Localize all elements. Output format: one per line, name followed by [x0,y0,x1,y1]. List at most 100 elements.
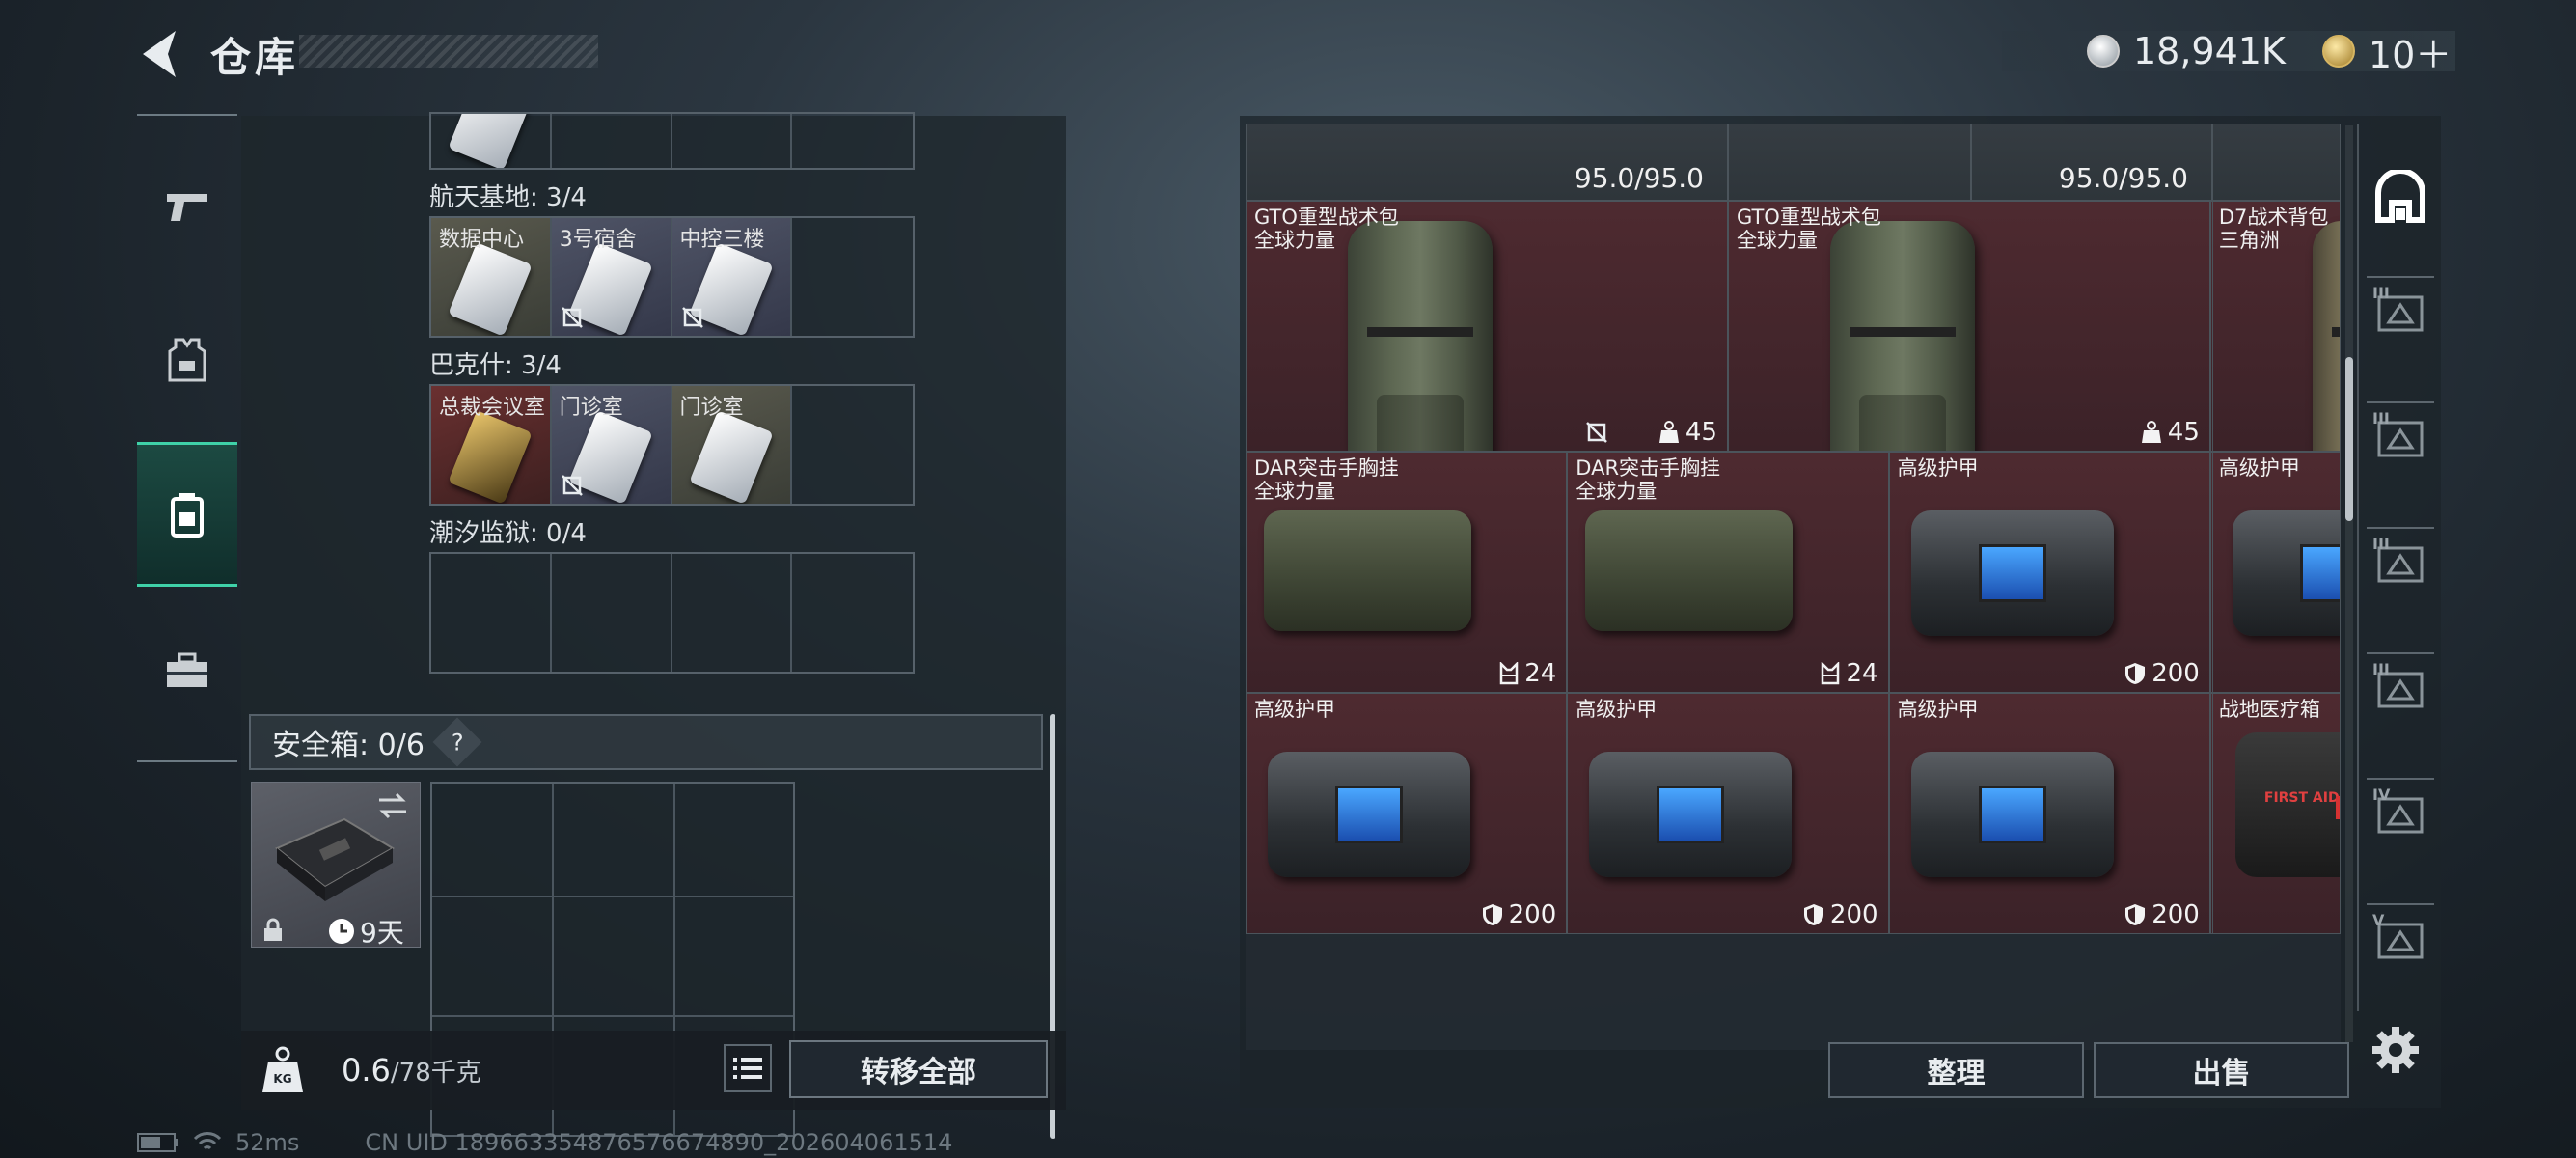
item-name: 高级护甲 [1898,698,1979,721]
secure-case-image [275,817,395,901]
grid-empty-slot[interactable] [2212,201,2341,452]
storage-item-partial[interactable]: 95.0/95.0 [1971,124,2212,201]
grid-scroll-thumb[interactable] [2345,357,2353,521]
keycard-slot[interactable]: 门诊室 [551,386,672,504]
keycard-slot[interactable]: 中控三楼 [671,218,793,336]
armor-vest-icon [168,338,206,382]
keycard-slot[interactable] [672,114,793,168]
item-stat: 24 [1821,659,1878,688]
durability-value: 95.0/95.0 [1574,162,1704,194]
keycard-slot[interactable]: 门诊室 [671,386,793,504]
backpack-icon [171,493,204,538]
item-stat-value: 200 [1829,900,1878,929]
tab-tier-crate[interactable]: V [2367,903,2434,971]
backpack-category-icon [2375,170,2425,223]
storage-item[interactable]: GTO重型战术包 全球力量 45 [1246,201,1728,452]
gold-coin-icon [2321,35,2355,68]
grid-empty-slot[interactable] [2212,693,2341,934]
keycard-slot[interactable] [792,114,913,168]
back-arrow-icon[interactable] [135,27,183,81]
item-stat: 45 [1658,418,1717,447]
clock-icon [329,919,354,944]
nav-backpacks[interactable] [137,442,237,587]
storage-item[interactable]: DAR突击手胸挂 全球力量 24 [1567,452,1889,693]
keycard-slot-empty[interactable] [792,218,913,336]
grid-empty-slot[interactable] [2212,124,2341,201]
section-label-tide-prison: 潮汐监狱: 0/4 [429,519,587,548]
storage-item[interactable]: 高级护甲 200 [1888,452,2210,693]
safe-box-item[interactable]: 9天 [251,782,421,949]
storage-item[interactable]: 高级护甲 200 [1246,693,1568,934]
status-bar: 52ms CN UID 1896633548765766748​90_20260… [137,1129,952,1156]
tab-tier-crate[interactable]: III [2367,652,2434,720]
keycard-slot[interactable] [552,114,672,168]
item-stat-value: 45 [1685,418,1717,447]
grid-empty-slot[interactable] [2212,452,2341,693]
tier-label: III [2372,535,2390,553]
keycard-slot-empty[interactable] [552,554,672,672]
item-name-line1: 高级护甲 [1897,456,1979,480]
toolbox-icon [167,652,207,687]
item-stat-value: 24 [1846,659,1878,688]
keycard-slot-empty[interactable] [792,554,913,672]
storage-item[interactable]: GTO重型战术包 全球力量 45 [1727,201,2210,452]
storage-item-partial[interactable] [1728,124,1971,201]
nav-weapons[interactable] [137,135,237,280]
tier-label: III [2372,284,2390,302]
sort-button[interactable]: 整理 [1828,1042,2084,1098]
item-stat: 200 [2124,659,2200,688]
item-stat-value: 200 [2151,900,2200,929]
keycard-label: 总裁会议室 [439,396,546,420]
tab-tier-crate[interactable]: III [2367,276,2434,344]
nav-tools[interactable] [137,598,237,743]
keycard-row-partial [429,112,915,170]
rig-capacity-icon [1499,662,1519,685]
gear-icon[interactable] [2369,1023,2423,1077]
keycard-row-aerospace: 数据中心 3号宿舍 中控三楼 [429,216,915,338]
list-view-button[interactable] [724,1044,772,1092]
keycard-slot-empty[interactable] [431,554,552,672]
section-label-bakhsh: 巴克什: 3/4 [429,351,562,380]
grid-scroll-track[interactable] [2345,125,2353,1042]
item-name-line1: GTO重型战术包 [1736,206,1881,229]
storage-panel: 95.0/95.0 95.0/95.0 GTO重型战术包 全球力量 45 GTO重型战… [1240,116,2441,1108]
item-name-line1: 高级护甲 [1254,698,1335,721]
swap-icon[interactable] [375,790,410,821]
keycard-slot-empty[interactable] [672,554,793,672]
keycard-panel: 航天基地: 3/4 数据中心 3号宿舍 中控三楼 巴克什: 3/4 总裁会议室 门诊室… [241,112,1066,1139]
nav-armor[interactable] [137,288,237,432]
tab-tier-crate[interactable]: IV [2367,778,2434,845]
tab-backpack-category[interactable] [2367,164,2434,232]
tab-tier-crate[interactable]: III [2367,401,2434,469]
item-stat: 45 [2141,418,2200,447]
svg-text:KG: KG [273,1072,291,1086]
chest-rig-image [1264,510,1471,631]
item-name-line2: 全球力量 [1736,229,1818,252]
armor-bag-image [1589,752,1793,877]
safe-box-label: 安全箱: 0/6 [272,729,425,762]
keycard-slot[interactable] [431,114,552,168]
durability-shield-icon [2125,663,2146,684]
storage-item[interactable]: 高级护甲 200 [1567,693,1889,934]
keycard-slot[interactable]: 3号宿舍 [551,218,672,336]
item-stat-value: 200 [2151,659,2200,688]
sell-button[interactable]: 出售 [2094,1042,2349,1098]
storage-item-partial[interactable]: 95.0/95.0 [1246,124,1728,201]
battery-icon [137,1133,178,1152]
keycard-slot-empty[interactable] [792,386,913,504]
tab-tier-crate[interactable]: III [2367,527,2434,594]
item-name-line1: DAR突击手胸挂 [1576,456,1721,480]
help-icon[interactable]: ? [432,717,482,767]
weight-current: 0.6 [342,1052,391,1089]
keycard-slot[interactable]: 数据中心 [431,218,552,336]
storage-item[interactable]: DAR突击手胸挂 全球力量 24 [1246,452,1568,693]
item-name: 高级护甲 [1576,698,1657,721]
durability-value: 95.0/95.0 [2058,162,2188,194]
storage-item[interactable]: 高级护甲 200 [1888,693,2210,934]
gold-amount[interactable]: 10＋ [2369,25,2452,78]
keycard-slot[interactable]: 总裁会议室 [431,386,552,504]
armor-bag-image [1910,752,2114,877]
safe-box-header: 安全箱: 0/6 ? [249,714,1043,770]
item-stat-value: 24 [1524,659,1557,688]
transfer-all-button[interactable]: 转移全部 [789,1040,1048,1098]
